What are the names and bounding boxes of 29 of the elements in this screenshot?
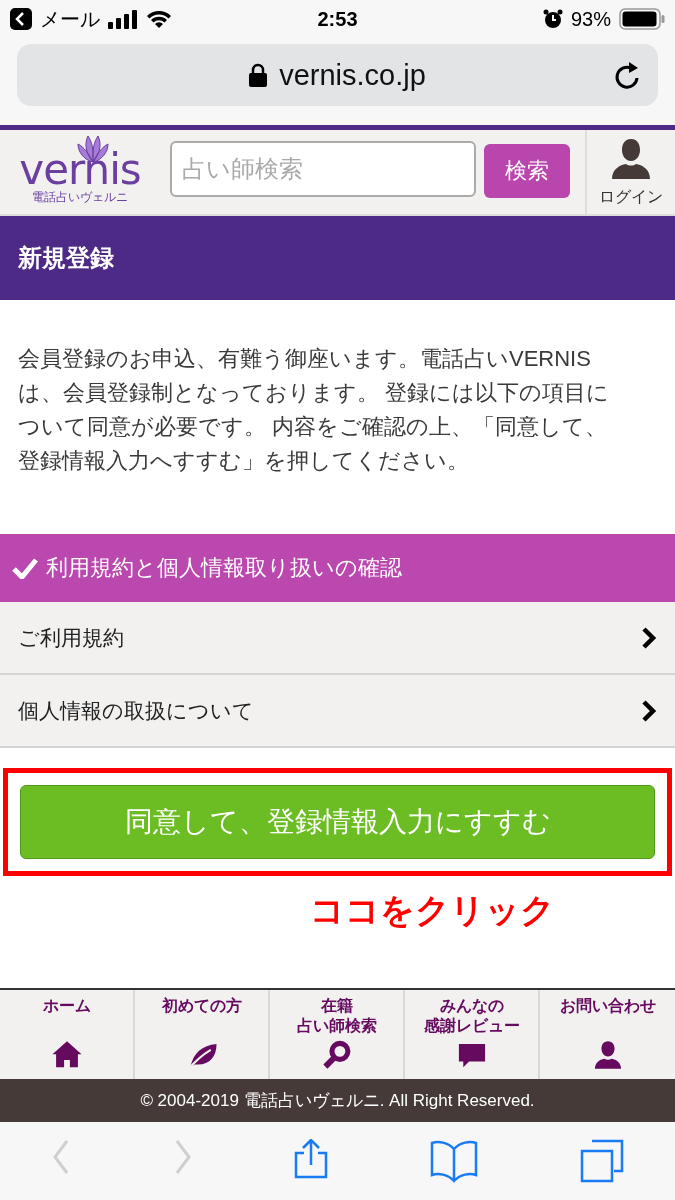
consent-item[interactable]: 個人情報の取扱について <box>0 675 675 748</box>
annotation-text: ココをクリック <box>309 890 556 931</box>
logo-tagline: 電話占いヴェルニ <box>32 191 128 205</box>
page-title: 新規登録 <box>18 243 114 273</box>
battery-icon <box>619 8 665 30</box>
intro-paragraph: 会員登録のお申込、有難う御座います。電話占いVERNISは、会員登録制となっております。 登録には以下の項目について同意が必要です。 内容をご確認の上、「同意して、登録情報入力へすすむ」を押してください。 <box>18 345 611 475</box>
search-field[interactable]: 占い師検索 <box>170 141 476 197</box>
lock-icon <box>249 63 268 87</box>
person-icon <box>612 139 650 179</box>
address-bar[interactable]: vernis.co.jp <box>17 44 658 106</box>
back-app-label[interactable]: メール <box>40 5 100 33</box>
signal-icon <box>108 9 138 29</box>
battery-percent: 93% <box>570 7 611 31</box>
chevron-right-icon <box>641 698 657 723</box>
clock-time: 2:53 <box>317 7 358 31</box>
consent-item[interactable]: ご利用規約 <box>0 602 675 675</box>
alarm-icon <box>542 9 563 29</box>
search-button[interactable]: 検索 <box>484 144 570 198</box>
back-app-icon[interactable] <box>10 8 32 30</box>
check-icon <box>12 557 38 579</box>
chevron-right-icon <box>641 625 657 650</box>
section-header: 利用規約と個人情報取り扱いの確認 <box>0 534 675 602</box>
nav-item[interactable]: お問い合わせ <box>540 990 675 1079</box>
wifi-icon <box>146 9 172 29</box>
tabs-icon[interactable] <box>580 1139 625 1183</box>
copyright-text: © 2004-2019 電話占いヴェルニ. All Right Reserved. <box>140 1090 535 1112</box>
book-icon[interactable] <box>430 1139 479 1183</box>
site-logo[interactable]: vernis <box>19 149 141 192</box>
search-icon <box>320 1039 353 1071</box>
